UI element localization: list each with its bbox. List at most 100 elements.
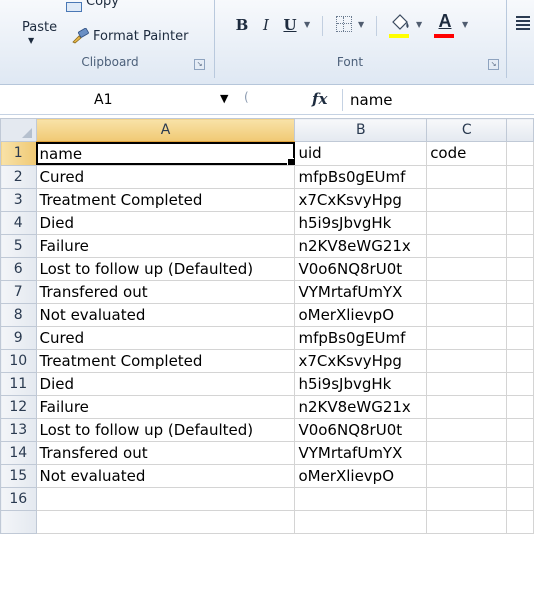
paste-button[interactable]: Paste ▼: [8, 4, 58, 52]
fill-color-icon[interactable]: [389, 12, 411, 36]
cell-b[interactable]: h5i9sJbvgHk: [294, 371, 428, 396]
cell-b[interactable]: mfpBs0gEUmf: [294, 325, 428, 350]
cell-b[interactable]: n2KV8eWG21x: [294, 233, 428, 258]
cell-a[interactable]: Died: [35, 210, 296, 235]
cell-b[interactable]: x7CxKsvyHpg: [294, 187, 428, 212]
row-header[interactable]: 4: [0, 210, 37, 235]
row-header[interactable]: 3: [0, 187, 37, 212]
row-header[interactable]: 10: [0, 348, 37, 373]
cell-d[interactable]: [506, 417, 534, 442]
cell-b[interactable]: oMerXlievpO: [294, 302, 428, 327]
cell-a[interactable]: Failure: [35, 394, 296, 419]
cell-c[interactable]: [426, 394, 508, 419]
name-box-dropdown-icon[interactable]: ▼: [220, 92, 228, 105]
cell-a[interactable]: Not evaluated: [35, 302, 296, 327]
cell-c[interactable]: [426, 279, 508, 304]
cell-c[interactable]: [426, 463, 508, 488]
formula-bar-resize-handle[interactable]: (: [244, 90, 254, 110]
cell-b[interactable]: n2KV8eWG21x: [294, 394, 428, 419]
font-color-dropdown-icon[interactable]: ▼: [462, 20, 468, 29]
underline-button[interactable]: U: [280, 12, 300, 38]
font-dialog-launcher-icon[interactable]: ↘: [488, 59, 499, 70]
cell-d[interactable]: [506, 141, 534, 166]
column-header-a[interactable]: A: [35, 118, 296, 143]
cell-b[interactable]: x7CxKsvyHpg: [294, 348, 428, 373]
cell-d[interactable]: [506, 371, 534, 396]
cell-d[interactable]: [506, 233, 534, 258]
cell-d[interactable]: [506, 348, 534, 373]
cell-a[interactable]: Lost to follow up (Defaulted): [35, 417, 296, 442]
cell-c[interactable]: [426, 302, 508, 327]
cell-a[interactable]: Died: [35, 371, 296, 396]
cell-c[interactable]: [426, 187, 508, 212]
format-painter-button[interactable]: Format Painter: [71, 26, 188, 46]
row-header[interactable]: 6: [0, 256, 37, 281]
row-header[interactable]: 12: [0, 394, 37, 419]
cell-b[interactable]: [294, 486, 428, 511]
row-header[interactable]: 13: [0, 417, 37, 442]
font-color-button[interactable]: A: [434, 10, 456, 32]
borders-icon[interactable]: [336, 16, 352, 32]
column-header-d[interactable]: [506, 118, 534, 142]
cell-b[interactable]: h5i9sJbvgHk: [294, 210, 428, 235]
cell-c[interactable]: [426, 509, 508, 534]
row-header[interactable]: 1: [0, 141, 37, 166]
insert-function-icon[interactable]: fx: [312, 90, 327, 108]
cell-c[interactable]: [426, 325, 508, 350]
row-header[interactable]: 15: [0, 463, 37, 488]
cell-b[interactable]: V0o6NQ8rU0t: [294, 417, 428, 442]
name-box[interactable]: A1 ▼: [4, 89, 240, 111]
row-header[interactable]: [0, 509, 37, 534]
cell-d[interactable]: [506, 325, 534, 350]
cell-c[interactable]: [426, 486, 508, 511]
cell-d[interactable]: [506, 256, 534, 281]
cell-a[interactable]: Treatment Completed: [35, 187, 296, 212]
cell-a[interactable]: Transfered out: [35, 279, 296, 304]
cell-c[interactable]: [426, 417, 508, 442]
cell-d[interactable]: [506, 486, 534, 511]
cell-d[interactable]: [506, 279, 534, 304]
cell-d[interactable]: [506, 440, 534, 465]
copy-button[interactable]: Copy: [66, 0, 119, 12]
cell-b[interactable]: V0o6NQ8rU0t: [294, 256, 428, 281]
cell-c[interactable]: [426, 233, 508, 258]
cell-a[interactable]: Cured: [35, 325, 296, 350]
cell-a[interactable]: Transfered out: [35, 440, 296, 465]
cell-c[interactable]: [426, 164, 508, 189]
cell-a[interactable]: Cured: [35, 164, 296, 189]
formula-input[interactable]: name: [350, 89, 393, 111]
row-header[interactable]: 2: [0, 164, 37, 189]
clipboard-dialog-launcher-icon[interactable]: ↘: [194, 59, 205, 70]
cell-d[interactable]: [506, 302, 534, 327]
cell-a[interactable]: [35, 486, 296, 511]
cell-d[interactable]: [506, 164, 534, 189]
cell-a[interactable]: Failure: [35, 233, 296, 258]
bold-button[interactable]: B: [232, 12, 252, 38]
cell-b[interactable]: VYMrtafUmYX: [294, 279, 428, 304]
cell-d[interactable]: [506, 210, 534, 235]
cell-b[interactable]: VYMrtafUmYX: [294, 440, 428, 465]
cell-c[interactable]: [426, 440, 508, 465]
cell-b[interactable]: [294, 509, 428, 534]
cell-c[interactable]: [426, 256, 508, 281]
select-all-corner[interactable]: [0, 118, 37, 142]
cell-a[interactable]: Treatment Completed: [35, 348, 296, 373]
cell-c[interactable]: code: [426, 141, 508, 166]
row-header[interactable]: 9: [0, 325, 37, 350]
cell-a[interactable]: [35, 509, 296, 534]
cell-b[interactable]: mfpBs0gEUmf: [294, 164, 428, 189]
italic-button[interactable]: I: [256, 12, 276, 38]
cell-d[interactable]: [506, 509, 534, 534]
cell-c[interactable]: [426, 371, 508, 396]
cell-a[interactable]: name: [35, 141, 296, 166]
column-header-c[interactable]: C: [426, 118, 508, 142]
fill-color-dropdown-icon[interactable]: ▼: [416, 20, 422, 29]
row-header[interactable]: 5: [0, 233, 37, 258]
row-header[interactable]: 16: [0, 486, 37, 511]
paste-dropdown-icon[interactable]: ▼: [28, 36, 34, 45]
cell-d[interactable]: [506, 394, 534, 419]
cell-d[interactable]: [506, 463, 534, 488]
column-header-b[interactable]: B: [294, 118, 428, 142]
row-header[interactable]: 11: [0, 371, 37, 396]
cell-c[interactable]: [426, 210, 508, 235]
